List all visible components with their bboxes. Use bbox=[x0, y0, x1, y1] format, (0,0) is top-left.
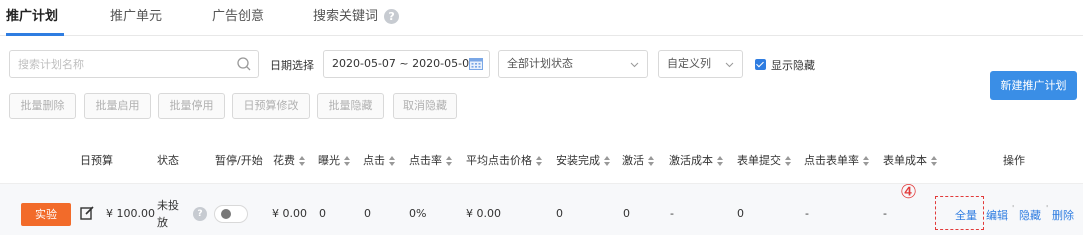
col-header-avg-cpc-label: 平均点击价格 bbox=[466, 154, 532, 167]
sort-icon[interactable] bbox=[389, 156, 396, 166]
hide-link[interactable]: 隐藏 bbox=[1019, 207, 1041, 223]
delete-link[interactable]: 删除 bbox=[1052, 207, 1074, 223]
search-input[interactable] bbox=[10, 51, 225, 77]
row-activations: 0 bbox=[623, 207, 630, 220]
sort-icon[interactable] bbox=[931, 156, 938, 166]
chevron-down-icon bbox=[630, 62, 639, 68]
help-icon[interactable]: ? bbox=[384, 9, 400, 24]
custom-columns-label: 自定义列 bbox=[667, 57, 711, 70]
date-label: 日期选择 bbox=[270, 59, 314, 72]
batch-disable-button[interactable]: 批量停用 bbox=[158, 93, 225, 119]
full-amount-link[interactable]: 全量 bbox=[955, 207, 977, 223]
edit-icon[interactable] bbox=[80, 206, 94, 220]
col-header-form-cost[interactable]: 表单成本 bbox=[883, 152, 938, 168]
row-avg-cpc: ¥ 0.00 bbox=[466, 207, 501, 220]
search-icon[interactable] bbox=[236, 56, 252, 72]
col-header-cost-label: 花费 bbox=[273, 154, 295, 167]
tab-ad-units[interactable]: 推广单元 bbox=[110, 5, 162, 24]
sort-icon[interactable] bbox=[536, 156, 543, 166]
row-impressions: 0 bbox=[319, 207, 326, 220]
show-hidden-checkbox[interactable]: 显示隐藏 bbox=[755, 57, 815, 73]
row-cost: ¥ 0.00 bbox=[272, 207, 307, 220]
col-header-click-form-rate[interactable]: 点击表单率 bbox=[804, 152, 870, 168]
separator: ' bbox=[1046, 204, 1049, 213]
row-status-line1: 未投 bbox=[157, 199, 179, 212]
chevron-down-icon bbox=[725, 62, 734, 68]
col-header-impressions[interactable]: 曝光 bbox=[318, 152, 351, 168]
batch-delete-button[interactable]: 批量删除 bbox=[9, 93, 76, 119]
sort-icon[interactable] bbox=[299, 156, 306, 166]
col-header-activations-label: 激活 bbox=[622, 154, 644, 167]
col-header-installs[interactable]: 安装完成 bbox=[556, 152, 611, 168]
col-header-installs-label: 安装完成 bbox=[556, 154, 600, 167]
active-tab-indicator bbox=[6, 33, 64, 36]
experiment-tag: 实验 bbox=[21, 203, 71, 226]
edit-daily-budget-button[interactable]: 日预算修改 bbox=[232, 93, 310, 119]
batch-enable-button[interactable]: 批量启用 bbox=[84, 93, 151, 119]
row-clicks: 0 bbox=[364, 207, 371, 220]
col-header-cost[interactable]: 花费 bbox=[273, 152, 306, 168]
col-header-form-submits-label: 表单提交 bbox=[737, 154, 781, 167]
sort-icon[interactable] bbox=[863, 156, 870, 166]
col-header-activation-cost-label: 激活成本 bbox=[669, 154, 713, 167]
col-header-clicks[interactable]: 点击 bbox=[363, 152, 396, 168]
col-header-operations: 操作 bbox=[1003, 154, 1025, 167]
row-click-form-rate: - bbox=[805, 207, 809, 220]
col-header-status: 状态 bbox=[157, 154, 179, 167]
edit-link[interactable]: 编辑 bbox=[986, 207, 1008, 223]
row-installs: 0 bbox=[556, 207, 563, 220]
row-ctr: 0% bbox=[409, 207, 427, 220]
tab-search-keywords-label: 搜索关键词 bbox=[313, 9, 379, 24]
sort-icon[interactable] bbox=[785, 156, 792, 166]
row-budget: ¥ 100.00 bbox=[106, 207, 155, 220]
col-header-activations[interactable]: 激活 bbox=[622, 152, 655, 168]
show-hidden-label: 显示隐藏 bbox=[771, 59, 815, 72]
step-annotation: ④ bbox=[900, 181, 918, 203]
custom-columns-select[interactable]: 自定义列 bbox=[658, 50, 743, 78]
col-header-form-submits[interactable]: 表单提交 bbox=[737, 152, 792, 168]
col-header-ctr-label: 点击率 bbox=[409, 154, 442, 167]
row-form-cost: - bbox=[883, 207, 887, 220]
pause-start-toggle[interactable] bbox=[214, 205, 248, 223]
col-header-impressions-label: 曝光 bbox=[318, 154, 340, 167]
plan-status-select[interactable]: 全部计划状态 bbox=[498, 50, 648, 78]
new-plan-button[interactable]: 新建推广计划 bbox=[990, 71, 1077, 100]
tab-bar: 推广计划 推广单元 广告创意 搜索关键词? bbox=[0, 0, 1083, 36]
batch-hide-button[interactable]: 批量隐藏 bbox=[317, 93, 384, 119]
col-header-ctr[interactable]: 点击率 bbox=[409, 152, 453, 168]
col-header-budget: 日预算 bbox=[80, 154, 113, 167]
search-box bbox=[9, 50, 259, 78]
col-header-click-form-rate-label: 点击表单率 bbox=[804, 154, 859, 167]
calendar-icon bbox=[469, 58, 483, 70]
unhide-button[interactable]: 取消隐藏 bbox=[393, 93, 457, 119]
toggle-knob bbox=[221, 209, 231, 219]
col-header-form-cost-label: 表单成本 bbox=[883, 154, 927, 167]
plan-status-value: 全部计划状态 bbox=[507, 57, 573, 70]
col-header-pause-start: 暂停/开始 bbox=[215, 154, 263, 167]
row-status-line2: 放 bbox=[157, 216, 168, 229]
date-range-picker[interactable]: 2020-05-07 ~ 2020-05-07 bbox=[323, 50, 490, 78]
help-icon[interactable]: ? bbox=[193, 207, 207, 221]
row-form-submits: 0 bbox=[737, 207, 744, 220]
sort-icon[interactable] bbox=[344, 156, 351, 166]
sort-icon[interactable] bbox=[717, 156, 724, 166]
tab-search-keywords[interactable]: 搜索关键词? bbox=[313, 5, 400, 24]
checkbox-checked-icon[interactable] bbox=[755, 59, 766, 70]
sort-icon[interactable] bbox=[604, 156, 611, 166]
separator: ' bbox=[1012, 204, 1015, 213]
sort-icon[interactable] bbox=[648, 156, 655, 166]
sort-icon[interactable] bbox=[446, 156, 453, 166]
row-activation-cost: - bbox=[670, 207, 674, 220]
tab-ad-creatives[interactable]: 广告创意 bbox=[212, 5, 264, 24]
col-header-clicks-label: 点击 bbox=[363, 154, 385, 167]
col-header-activation-cost[interactable]: 激活成本 bbox=[669, 152, 724, 168]
date-range-value: 2020-05-07 ~ 2020-05-07 bbox=[332, 57, 477, 70]
col-header-avg-cpc[interactable]: 平均点击价格 bbox=[466, 152, 543, 168]
tab-campaign-plans[interactable]: 推广计划 bbox=[6, 5, 58, 24]
